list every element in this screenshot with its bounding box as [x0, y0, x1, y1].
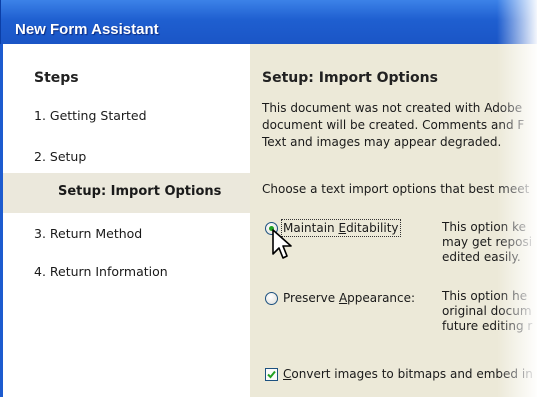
convert-images-checkbox[interactable]: [265, 368, 278, 381]
window-title: New Form Assistant: [15, 21, 159, 38]
step-return-information[interactable]: 4. Return Information: [34, 264, 168, 279]
content-prompt: Choose a text import options that best m…: [262, 182, 530, 196]
step-setup[interactable]: 2. Setup: [34, 149, 86, 164]
preserve-appearance-description: This option he original docum future edi…: [442, 289, 533, 333]
step-return-method[interactable]: 3. Return Method: [34, 226, 142, 241]
checkmark-icon: [267, 370, 276, 379]
content-heading: Setup: Import Options: [262, 70, 438, 86]
preserve-appearance-radio[interactable]: [265, 292, 278, 305]
step-setup-import-options-label: Setup: Import Options: [58, 184, 222, 199]
convert-images-label[interactable]: Convert images to bitmaps and embed in: [283, 367, 533, 381]
steps-panel: Steps 1. Getting Started 2. Setup Setup:…: [0, 44, 250, 397]
maintain-editability-description: This option ke may get reposi edited eas…: [442, 220, 533, 264]
preserve-appearance-label[interactable]: Preserve Appearance:: [283, 291, 415, 305]
maintain-editability-label[interactable]: Maintain Editability: [281, 219, 401, 237]
mouse-cursor-icon: [272, 229, 292, 259]
description-line: Text and images may appear degraded.: [262, 135, 502, 149]
step-setup-import-options[interactable]: Setup: Import Options: [3, 173, 250, 213]
wizard-window: New Form Assistant Steps 1. Getting Star…: [0, 0, 537, 397]
description-line: This document was not created with Adobe: [262, 101, 523, 115]
title-bar[interactable]: New Form Assistant: [0, 0, 537, 44]
content-panel: Setup: Import Options This document was …: [250, 44, 537, 397]
content-description: This document was not created with Adobe…: [262, 100, 537, 151]
steps-heading: Steps: [34, 70, 79, 86]
description-line: document will be created. Comments and F: [262, 118, 525, 132]
step-getting-started[interactable]: 1. Getting Started: [34, 108, 147, 123]
